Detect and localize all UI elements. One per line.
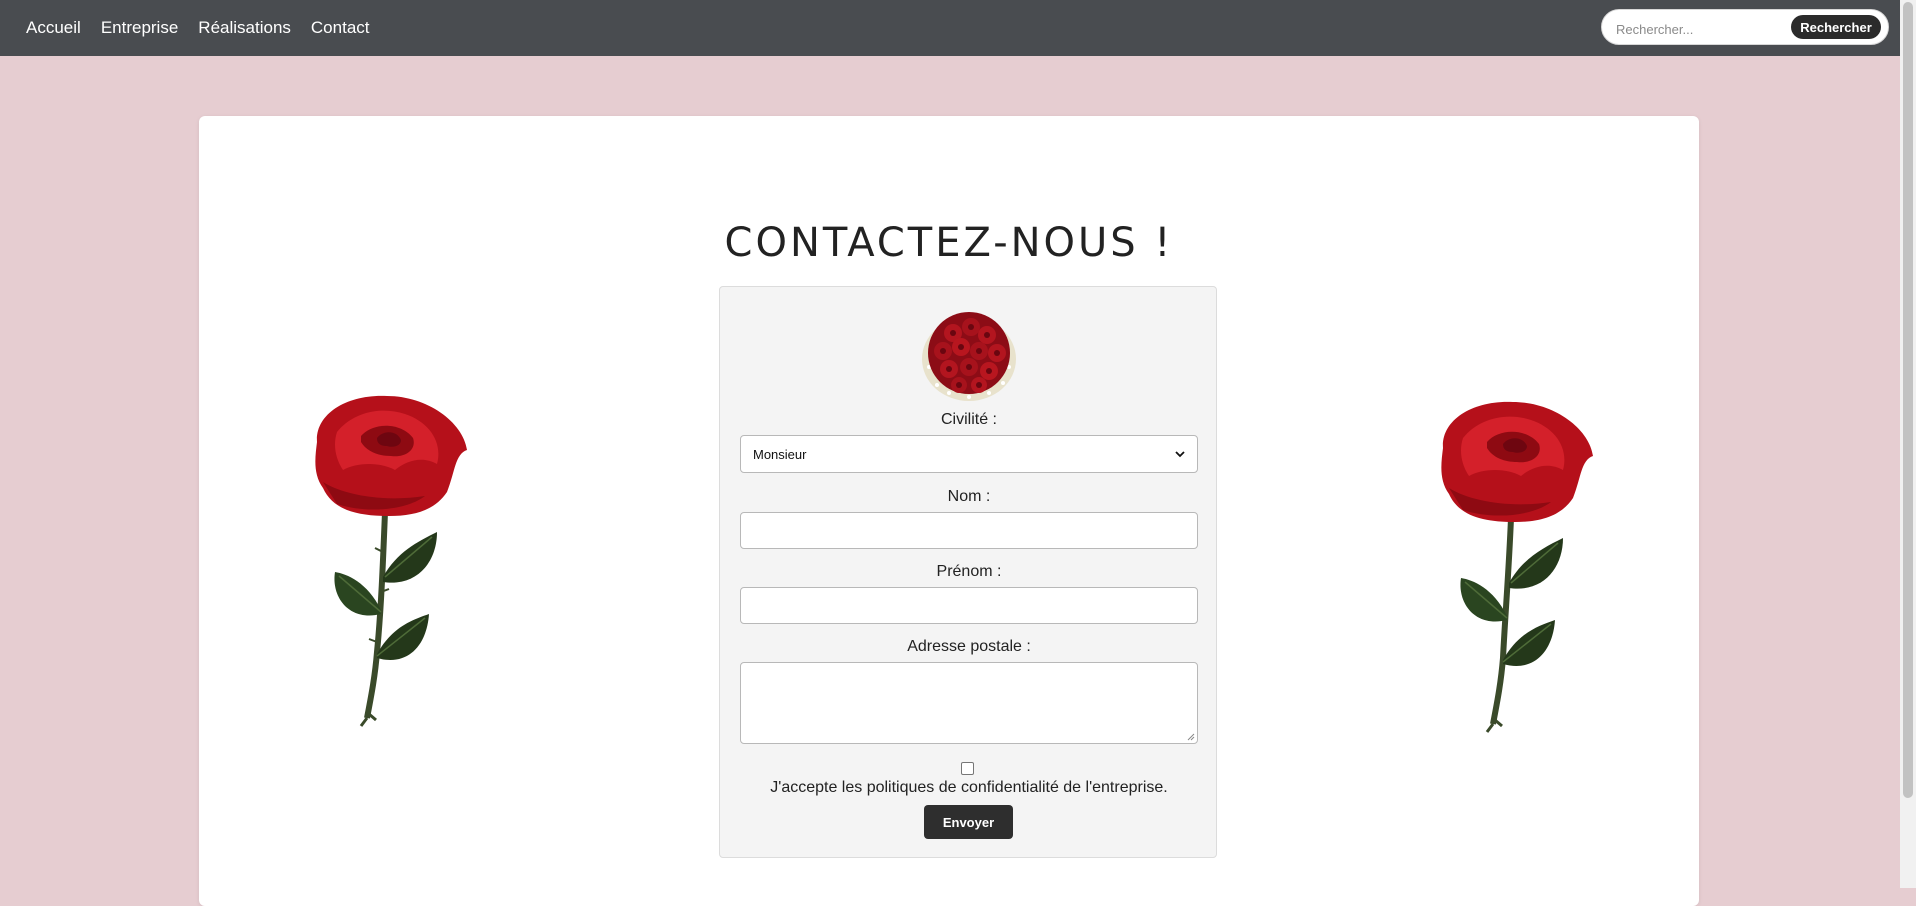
consent-checkbox[interactable]	[961, 762, 974, 775]
prenom-label: Prénom :	[936, 563, 1002, 580]
scrollbar-thumb[interactable]	[1903, 2, 1913, 798]
civility-label: Civilité :	[940, 411, 997, 428]
nom-input[interactable]	[740, 512, 1198, 549]
page-scrollbar[interactable]	[1900, 0, 1916, 888]
search-input[interactable]	[1614, 18, 1793, 40]
nav-link-entreprise[interactable]: Entreprise	[101, 18, 178, 38]
rose-bouquet-illustration	[922, 312, 1016, 401]
prenom-input[interactable]	[740, 587, 1198, 624]
top-navbar: Accueil Entreprise Réalisations Contact …	[0, 0, 1900, 56]
search-button[interactable]: Rechercher	[1791, 15, 1881, 39]
consent-label: J'accepte les politiques de confidential…	[770, 779, 1168, 796]
search-form: Rechercher	[1601, 9, 1889, 45]
chevron-down-icon	[1175, 450, 1185, 457]
rose-illustration-left	[315, 395, 467, 727]
nav-links: Accueil Entreprise Réalisations Contact	[16, 0, 380, 56]
nav-link-accueil[interactable]: Accueil	[26, 18, 81, 38]
nav-link-realisations[interactable]: Réalisations	[198, 18, 291, 38]
resize-grip-icon[interactable]	[1187, 733, 1195, 741]
nav-link-contact[interactable]: Contact	[311, 18, 370, 38]
nom-label: Nom :	[947, 488, 991, 505]
page-title: CONTACTEZ-NOUS !	[724, 220, 1174, 266]
address-label: Adresse postale :	[907, 638, 1031, 655]
address-textarea[interactable]	[740, 662, 1198, 744]
civility-select[interactable]: Monsieur	[740, 435, 1198, 473]
submit-button[interactable]: Envoyer	[924, 805, 1013, 839]
rose-illustration-right	[1441, 401, 1593, 733]
civility-selected-value: Monsieur	[753, 446, 807, 462]
content-card: CONTACTEZ-NOUS ! Civilité: Monsieur Nom…	[199, 116, 1699, 906]
contact-form: Civilité : Monsieur Nom : Prénom : Adres…	[719, 286, 1217, 858]
